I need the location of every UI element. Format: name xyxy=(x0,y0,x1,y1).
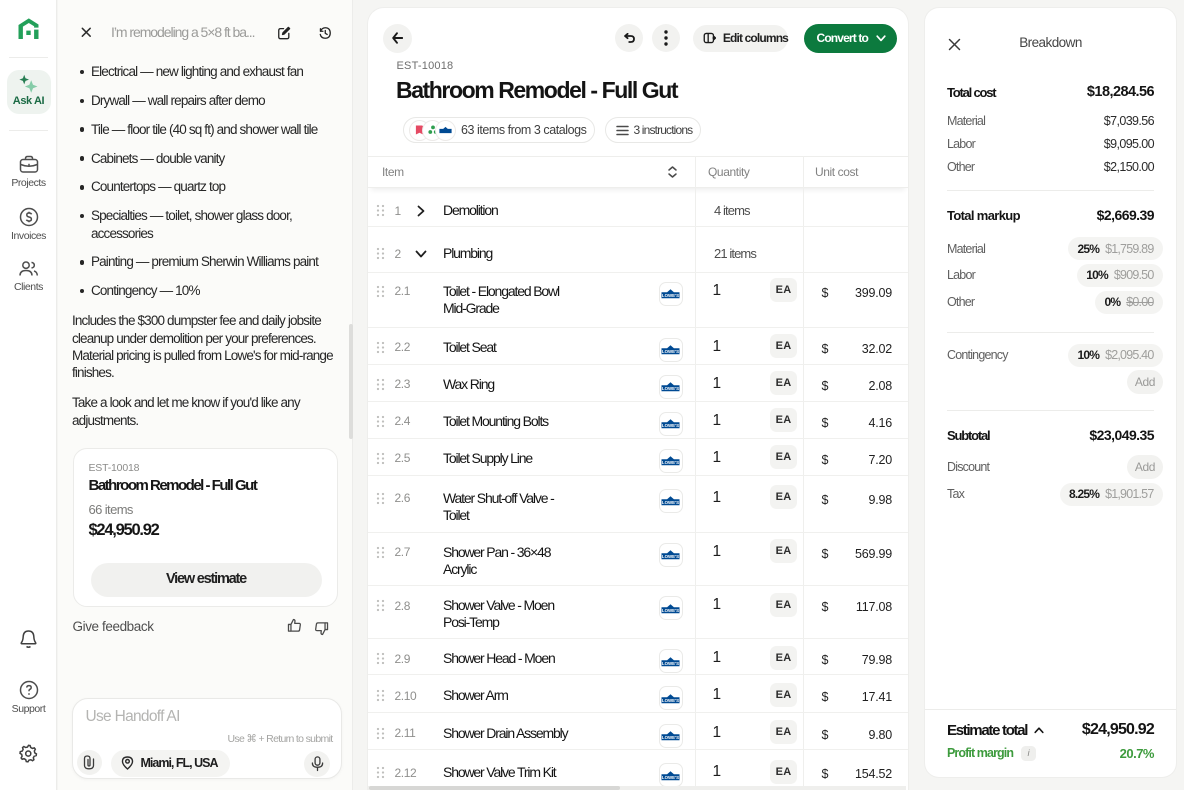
svg-text:LOWE'S: LOWE'S xyxy=(662,660,679,665)
svg-text:LOWE'S: LOWE'S xyxy=(662,460,679,465)
svg-text:LOWE'S: LOWE'S xyxy=(662,386,679,391)
svg-text:LOWE'S: LOWE'S xyxy=(662,423,679,428)
svg-text:LOWE'S: LOWE'S xyxy=(662,774,679,779)
svg-text:LOWE'S: LOWE'S xyxy=(662,697,679,702)
svg-text:LOWE'S: LOWE'S xyxy=(662,554,679,559)
svg-text:LOWE'S: LOWE'S xyxy=(662,293,679,298)
svg-text:LOWE'S: LOWE'S xyxy=(662,500,679,505)
svg-text:LOWE'S: LOWE'S xyxy=(662,735,679,740)
svg-text:LOWE'S: LOWE'S xyxy=(662,349,679,354)
svg-text:LOWE'S: LOWE'S xyxy=(662,607,679,612)
